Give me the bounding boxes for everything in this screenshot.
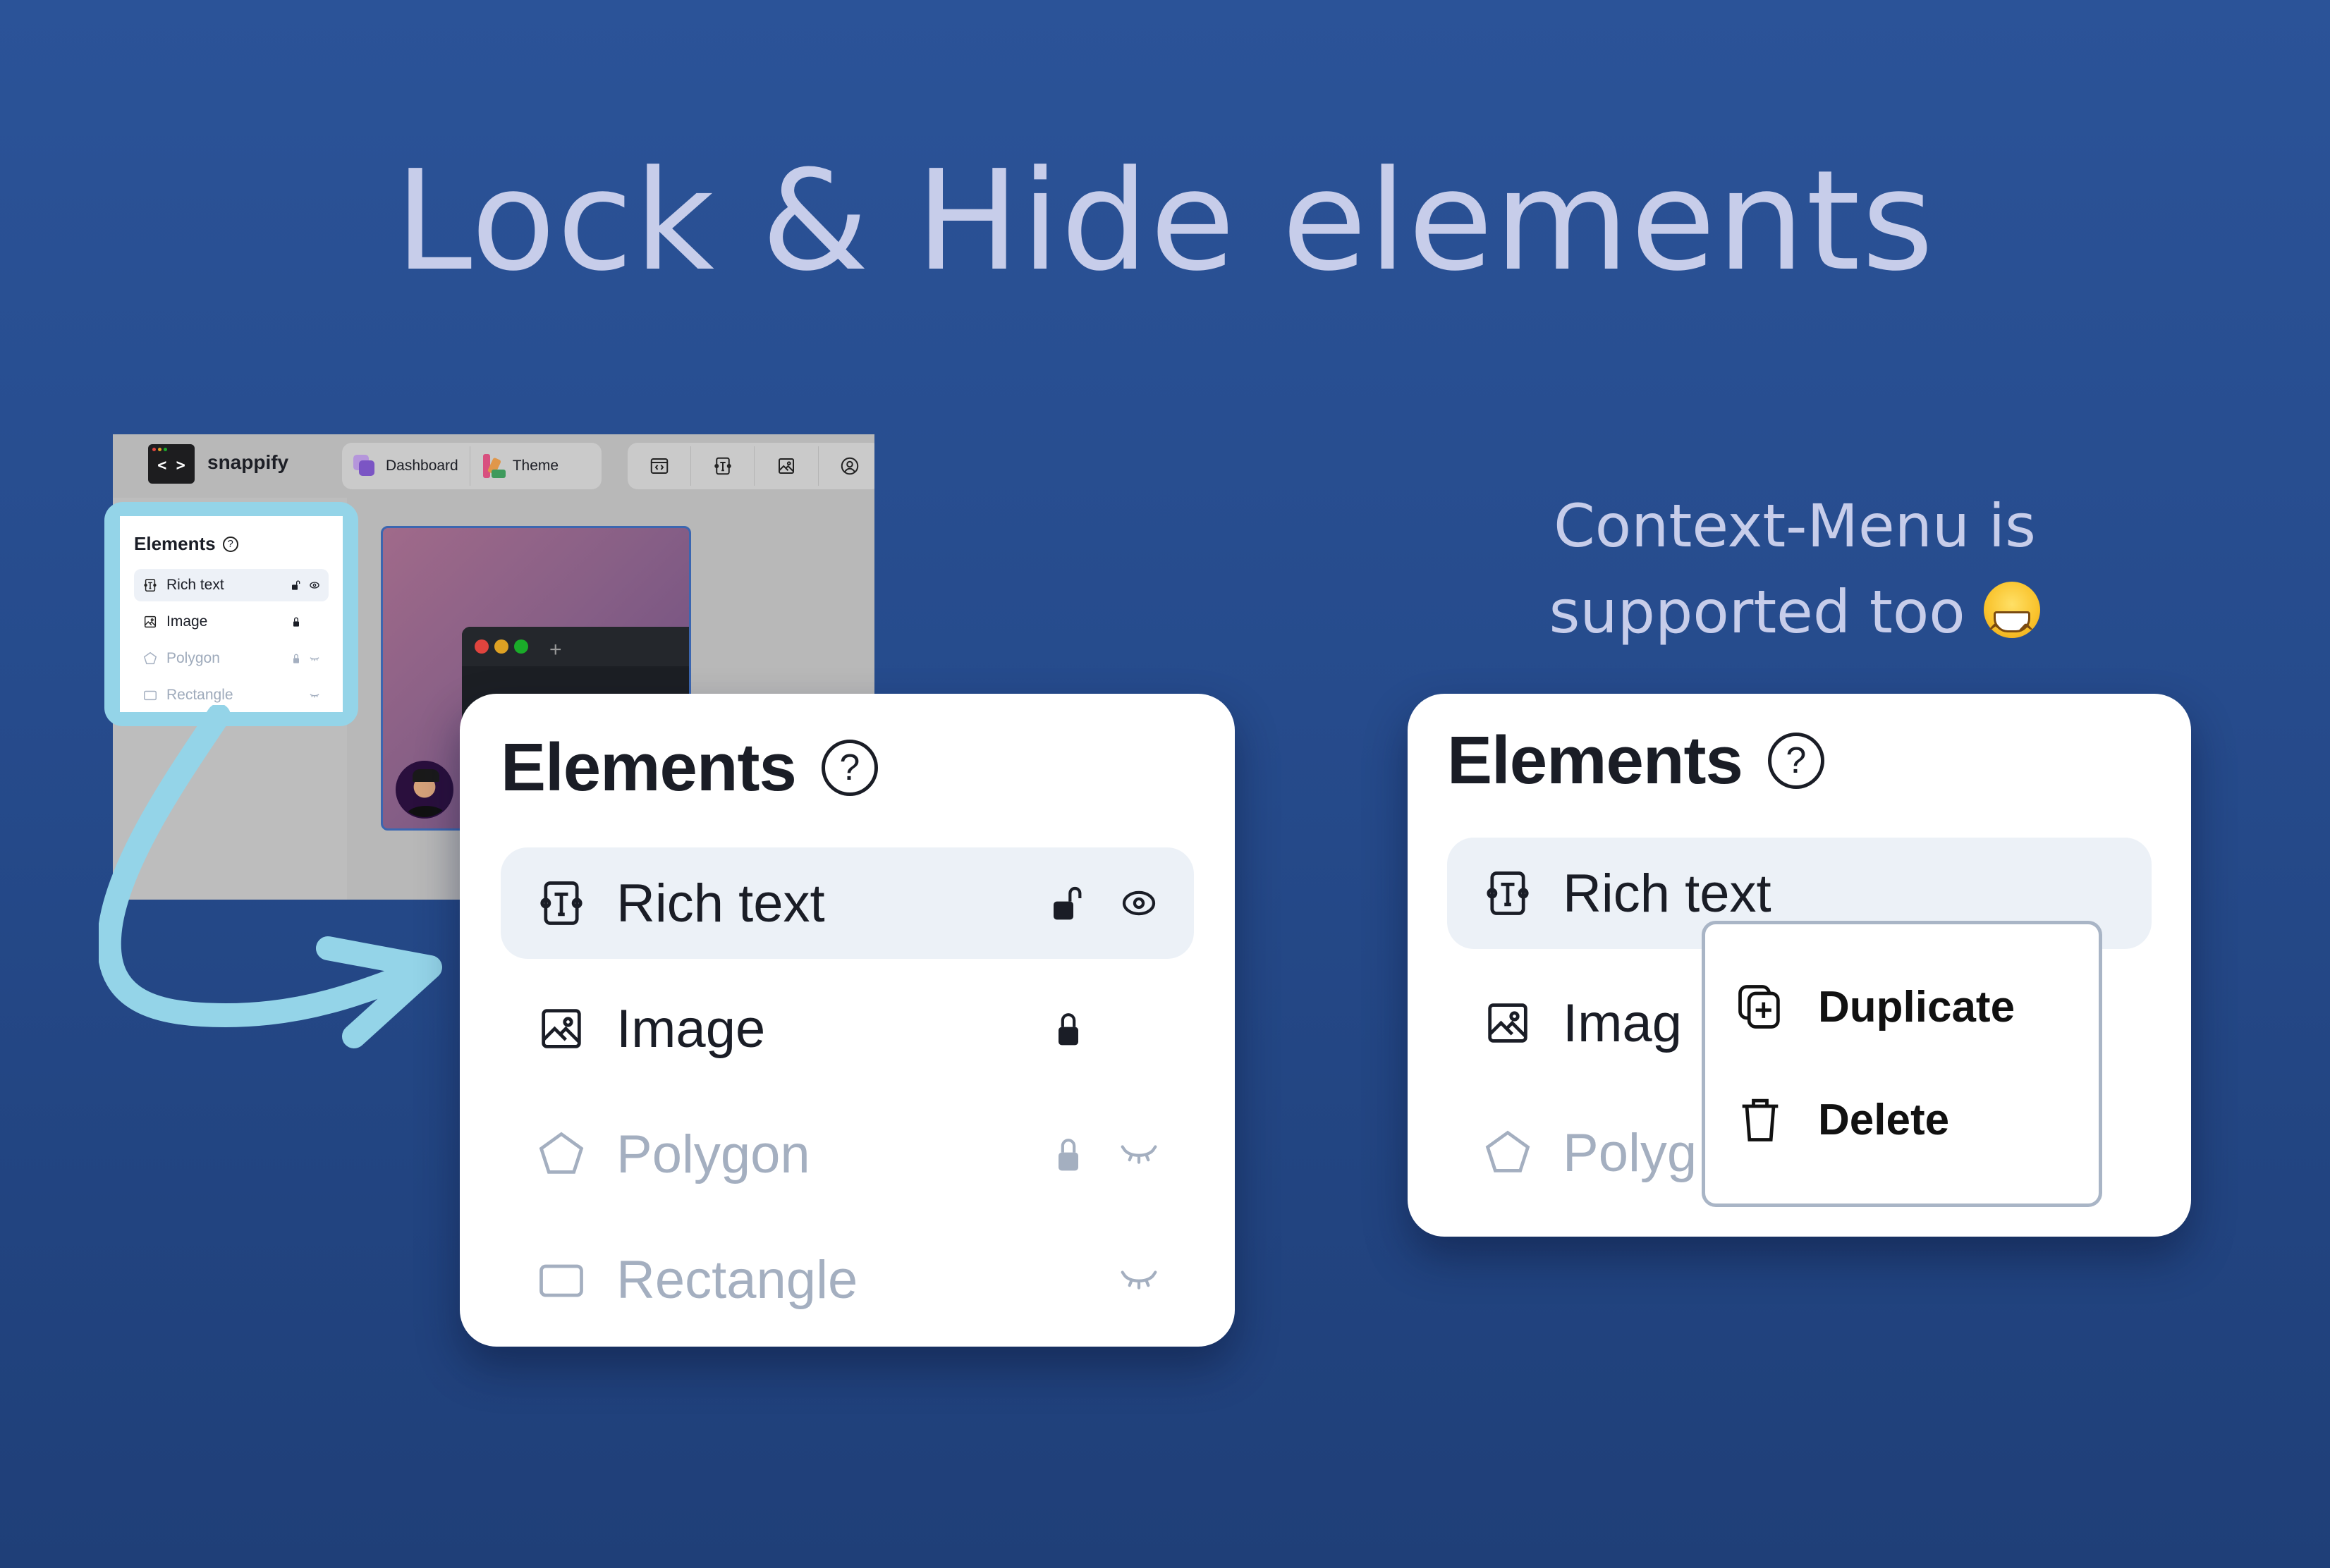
dashboard-icon <box>353 455 379 477</box>
polygon-icon <box>1485 1130 1530 1172</box>
mini-item-label: Image <box>166 613 208 630</box>
context-menu: Duplicate Delete <box>1702 921 2102 1207</box>
image-icon <box>542 1009 581 1048</box>
list-item-image[interactable]: Image <box>501 973 1194 1084</box>
menu-item-label: Delete <box>1818 1095 1950 1144</box>
menu-item-duplicate[interactable]: Duplicate <box>1733 975 2099 1039</box>
rich-text-icon <box>540 881 582 925</box>
list-item-rich-text[interactable]: Rich text <box>501 847 1194 959</box>
elements-panel-zoomed: Elements ? Rich text Image Polygon Recta… <box>460 694 1235 1347</box>
eye-closed-icon[interactable] <box>309 653 320 664</box>
subtitle-line-1: Context-Menu is <box>1554 491 2036 561</box>
app-topbar: < > snappify Dashboard Theme <box>113 434 874 498</box>
question-circle-icon[interactable]: ? <box>1767 733 1824 789</box>
list-item-label: Polygon <box>616 1124 810 1184</box>
rich-text-icon[interactable] <box>691 443 754 489</box>
maximize-dot-icon <box>514 639 528 654</box>
elements-list: Rich text Image Polygon Rectangle <box>501 847 1194 1335</box>
polygon-icon <box>539 1132 584 1174</box>
eye-icon[interactable] <box>1119 883 1159 923</box>
theme-swatch-icon <box>482 454 506 478</box>
mini-item-label: Rich text <box>166 577 224 593</box>
eye-icon[interactable] <box>309 580 320 591</box>
subtitle-line-2: supported too <box>1410 569 2179 676</box>
image-icon <box>1488 1003 1527 1043</box>
nav-theme-label: Theme <box>512 458 559 474</box>
code-brackets-icon[interactable]: < > <box>148 444 195 484</box>
menu-item-delete[interactable]: Delete <box>1733 1088 2099 1151</box>
eye-closed-icon[interactable] <box>1119 1134 1159 1174</box>
mini-list-item-image[interactable]: Image <box>134 606 329 638</box>
list-item-label: Rectangle <box>616 1249 858 1310</box>
list-item-polygon[interactable]: Polygon <box>501 1098 1194 1210</box>
new-tab-icon: + <box>549 638 562 661</box>
page-title: Lock & Hide elements <box>395 141 1935 302</box>
menu-item-label: Duplicate <box>1818 982 2015 1031</box>
eye-closed-icon[interactable] <box>1119 1260 1159 1299</box>
unlock-icon[interactable] <box>291 580 302 591</box>
terminal-titlebar: + <box>462 627 689 666</box>
question-circle-icon[interactable]: ? <box>821 740 878 796</box>
curved-arrow-icon <box>99 705 442 1048</box>
toolbar <box>628 443 874 489</box>
panel-title: Elements <box>501 730 797 805</box>
mini-list-item-polygon[interactable]: Polygon <box>134 642 329 675</box>
highlighted-elements-panel: Elements ? Rich text Image Polygon Recta… <box>104 502 358 726</box>
mini-panel-title: Elements <box>134 533 216 554</box>
nav-dashboard-label: Dashboard <box>386 458 458 474</box>
duplicate-icon <box>1738 985 1780 1029</box>
lock-icon[interactable] <box>291 653 302 664</box>
subtitle-line-2-text: supported too <box>1549 577 1965 647</box>
image-icon[interactable] <box>755 443 817 489</box>
nav-dashboard[interactable]: Dashboard <box>342 443 470 489</box>
rich-text-icon <box>1487 871 1529 915</box>
rich-text-icon <box>144 579 157 592</box>
trash-icon <box>1742 1098 1779 1141</box>
mini-item-label: Polygon <box>166 650 220 666</box>
nav-group: Dashboard Theme <box>342 443 602 489</box>
list-item-rectangle[interactable]: Rectangle <box>501 1224 1194 1335</box>
grinning-emoji-icon <box>1984 582 2041 676</box>
mini-list-item-rich-text[interactable]: Rich text <box>134 569 329 601</box>
brand-name: snappify <box>207 451 289 473</box>
image-icon <box>144 615 157 628</box>
question-circle-icon[interactable]: ? <box>222 536 238 552</box>
eye-closed-icon[interactable] <box>309 690 320 701</box>
lock-icon[interactable] <box>291 616 302 627</box>
lock-icon[interactable] <box>1049 1134 1088 1174</box>
list-item-label: Rich text <box>616 873 825 933</box>
user-circle-icon[interactable] <box>819 443 874 489</box>
panel-title: Elements <box>1447 723 1743 798</box>
subtitle: Context-Menu is supported too <box>1410 483 2179 676</box>
mini-item-label: Rectangle <box>166 687 233 703</box>
list-item-label: Rich text <box>1563 863 1771 924</box>
rectangle-icon <box>539 1264 583 1297</box>
minimize-dot-icon <box>494 639 508 654</box>
lock-icon[interactable] <box>1049 1009 1088 1048</box>
mini-elements-panel: Elements ? Rich text Image Polygon Recta… <box>120 516 343 712</box>
rectangle-icon <box>144 690 157 701</box>
unlock-icon[interactable] <box>1049 883 1088 923</box>
nav-theme[interactable]: Theme <box>470 443 570 489</box>
list-item-label: Image <box>616 998 766 1059</box>
code-window-icon[interactable] <box>628 443 690 489</box>
polygon-icon <box>143 651 157 665</box>
close-dot-icon <box>475 639 489 654</box>
